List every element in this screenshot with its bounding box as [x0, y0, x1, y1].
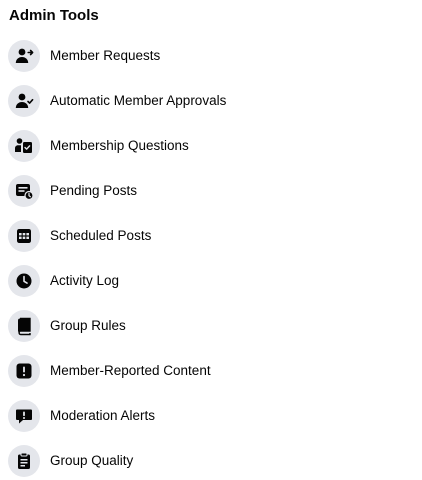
admin-tools-list: Member Requests Automatic Member Approva… [0, 33, 422, 480]
clock-icon [8, 264, 40, 297]
admin-item-group-rules[interactable]: Group Rules [0, 303, 422, 348]
admin-item-member-requests[interactable]: Member Requests [0, 33, 422, 78]
admin-item-label: Scheduled Posts [50, 228, 152, 243]
book-icon [8, 309, 40, 342]
calendar-icon [8, 219, 40, 252]
person-clipboard-icon [8, 129, 40, 162]
admin-item-label: Member Requests [50, 48, 161, 63]
admin-item-label: Group Quality [50, 453, 134, 468]
admin-item-group-quality[interactable]: Group Quality [0, 438, 422, 480]
person-check-icon [8, 84, 40, 117]
admin-item-member-reported-content[interactable]: Member-Reported Content [0, 348, 422, 393]
flag-bubble-icon [8, 399, 40, 432]
admin-item-label: Member-Reported Content [50, 363, 211, 378]
pending-post-icon [8, 174, 40, 207]
person-add-icon [8, 39, 40, 72]
admin-item-moderation-alerts[interactable]: Moderation Alerts [0, 393, 422, 438]
alert-icon [8, 354, 40, 387]
section-title: Admin Tools [9, 7, 99, 24]
admin-item-label: Automatic Member Approvals [50, 93, 227, 108]
admin-item-automatic-member-approvals[interactable]: Automatic Member Approvals [0, 78, 422, 123]
admin-item-activity-log[interactable]: Activity Log [0, 258, 422, 303]
admin-item-label: Activity Log [50, 273, 120, 288]
admin-item-label: Pending Posts [50, 183, 138, 198]
admin-item-label: Group Rules [50, 318, 126, 333]
admin-tools-panel: Admin Tools Member Requests Automatic Me… [0, 0, 422, 480]
admin-item-pending-posts[interactable]: Pending Posts [0, 168, 422, 213]
admin-item-membership-questions[interactable]: Membership Questions [0, 123, 422, 168]
admin-item-scheduled-posts[interactable]: Scheduled Posts [0, 213, 422, 258]
admin-item-label: Moderation Alerts [50, 408, 156, 423]
admin-item-label: Membership Questions [50, 138, 189, 153]
clipboard-icon [8, 444, 40, 477]
